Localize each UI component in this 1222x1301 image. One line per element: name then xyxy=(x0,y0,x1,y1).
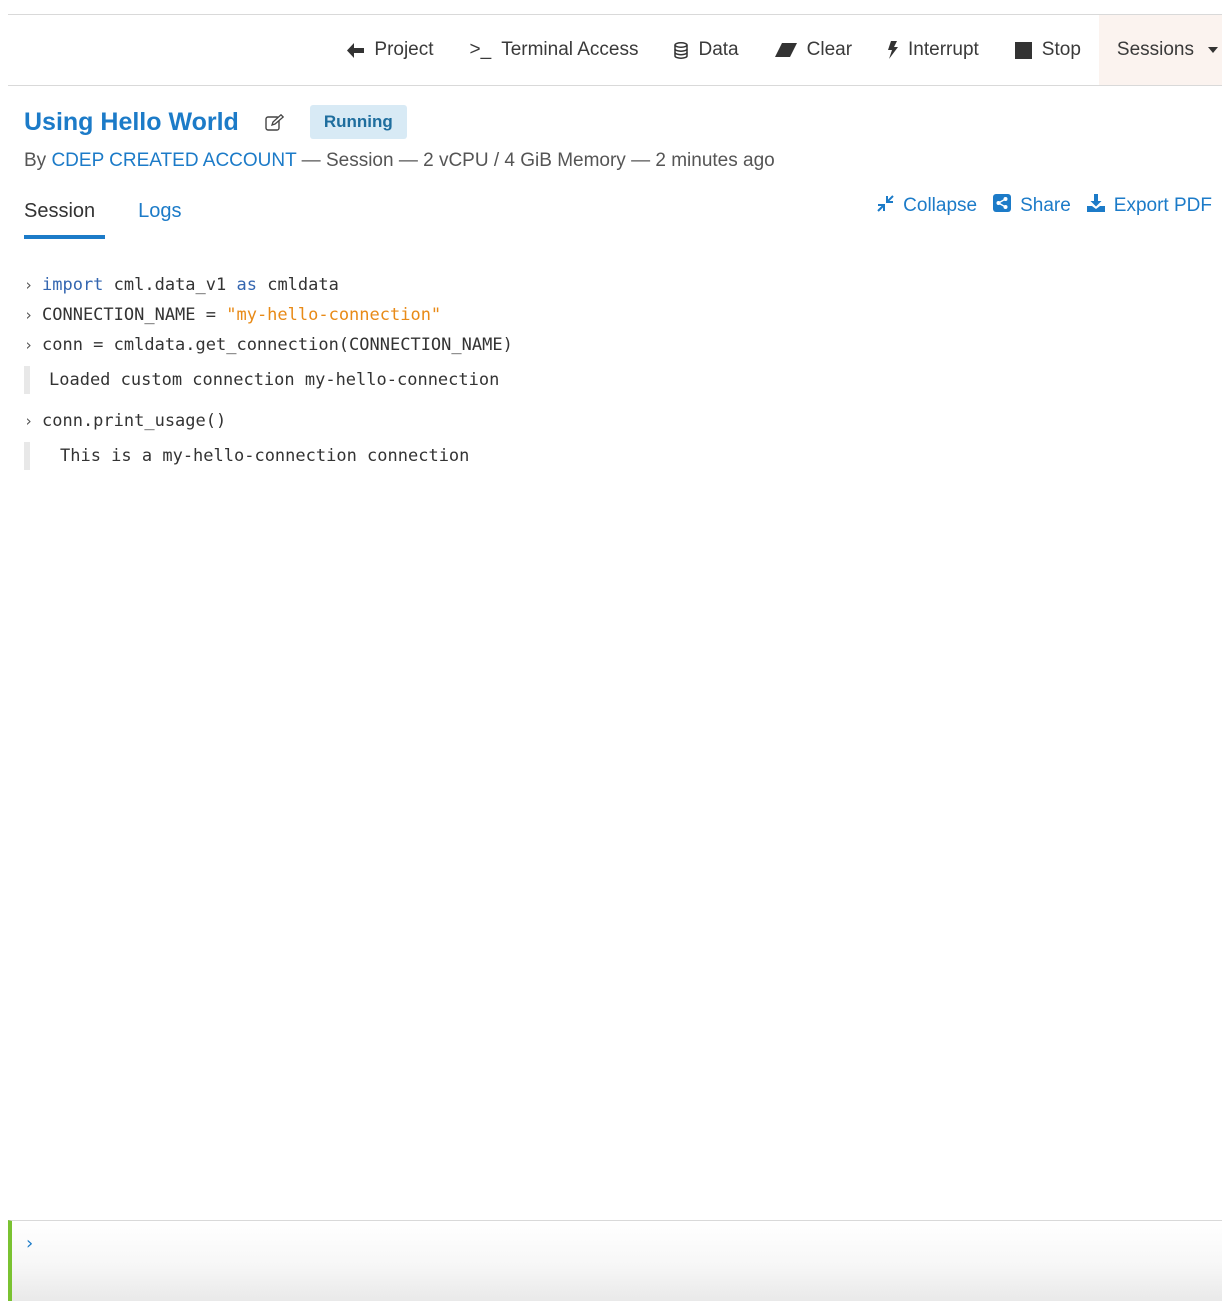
stop-label: Stop xyxy=(1041,39,1081,60)
terminal-icon: >_ xyxy=(469,39,492,60)
data-button[interactable]: Data xyxy=(656,15,756,85)
session-actions: Collapse Share Export PDF xyxy=(877,194,1212,218)
string-literal: "my-hello-connection" xyxy=(226,305,442,325)
code-line: › import cml.data_v1 as cmldata xyxy=(24,270,1204,300)
session-meta: By CDEP CREATED ACCOUNT — Session — 2 vC… xyxy=(24,150,775,172)
chevron-right-icon: › xyxy=(24,276,34,294)
stop-icon xyxy=(1014,41,1032,59)
caret-down-icon xyxy=(1208,47,1218,53)
arrow-left-icon xyxy=(347,42,365,58)
collapse-label: Collapse xyxy=(903,195,978,216)
keyword: import xyxy=(42,275,104,295)
keyword: as xyxy=(236,275,257,295)
output-block: Loaded custom connection my-hello-connec… xyxy=(24,366,1204,394)
sessions-label: Sessions xyxy=(1116,39,1194,60)
eraser-icon xyxy=(774,43,797,57)
code-text: conn = cmldata.get_connection(CONNECTION… xyxy=(42,335,513,355)
lightning-icon xyxy=(888,41,899,59)
interrupt-label: Interrupt xyxy=(908,39,979,60)
chevron-right-icon: › xyxy=(24,336,34,354)
share-label: Share xyxy=(1020,195,1071,216)
edit-icon[interactable] xyxy=(265,113,284,131)
status-badge: Running xyxy=(309,105,407,139)
owner-link[interactable]: CDEP CREATED ACCOUNT xyxy=(51,150,296,171)
chevron-right-icon: › xyxy=(24,306,34,324)
share-icon xyxy=(993,194,1012,218)
code-line: › conn.print_usage() xyxy=(24,406,1204,436)
page-title[interactable]: Using Hello World xyxy=(24,108,239,137)
session-console: › import cml.data_v1 as cmldata › CONNEC… xyxy=(24,270,1204,482)
tab-session[interactable]: Session xyxy=(24,194,106,239)
terminal-access-label: Terminal Access xyxy=(501,39,639,60)
code-line: › conn = cmldata.get_connection(CONNECTI… xyxy=(24,330,1204,360)
interrupt-button[interactable]: Interrupt xyxy=(870,15,997,85)
code-text: cml.data_v1 xyxy=(103,275,237,295)
export-pdf-label: Export PDF xyxy=(1113,195,1212,216)
session-tabs: Session Logs xyxy=(24,194,215,239)
compress-icon xyxy=(877,194,894,218)
code-text: cmldata xyxy=(256,275,339,295)
session-header: Using Hello World Running xyxy=(24,105,407,139)
stop-button[interactable]: Stop xyxy=(997,15,1099,85)
session-details: — Session — 2 vCPU / 4 GiB Memory — 2 mi… xyxy=(296,150,775,171)
project-button[interactable]: Project xyxy=(329,15,451,85)
sessions-dropdown[interactable]: Sessions xyxy=(1098,15,1222,85)
export-pdf-button[interactable]: Export PDF xyxy=(1086,194,1212,218)
input-prompt-icon: › xyxy=(26,1233,34,1254)
clear-label: Clear xyxy=(806,39,853,60)
command-input[interactable]: › xyxy=(8,1220,1222,1301)
tab-logs[interactable]: Logs xyxy=(138,194,181,239)
by-prefix: By xyxy=(24,150,52,171)
code-text: conn.print_usage() xyxy=(42,411,227,431)
database-icon xyxy=(674,41,689,59)
data-label: Data xyxy=(698,39,739,60)
share-button[interactable]: Share xyxy=(993,194,1071,218)
output-block: This is a my-hello-connection connection xyxy=(24,442,1204,470)
collapse-button[interactable]: Collapse xyxy=(877,194,977,218)
code-line: › CONNECTION_NAME = "my-hello-connection… xyxy=(24,300,1204,330)
top-toolbar: Project >_ Terminal Access Data Clear In… xyxy=(8,14,1222,86)
chevron-right-icon: › xyxy=(24,412,34,430)
download-icon xyxy=(1086,194,1105,218)
terminal-access-button[interactable]: >_ Terminal Access xyxy=(452,15,657,85)
code-text: CONNECTION_NAME = xyxy=(42,305,227,325)
project-label: Project xyxy=(374,39,434,60)
clear-button[interactable]: Clear xyxy=(757,15,870,85)
